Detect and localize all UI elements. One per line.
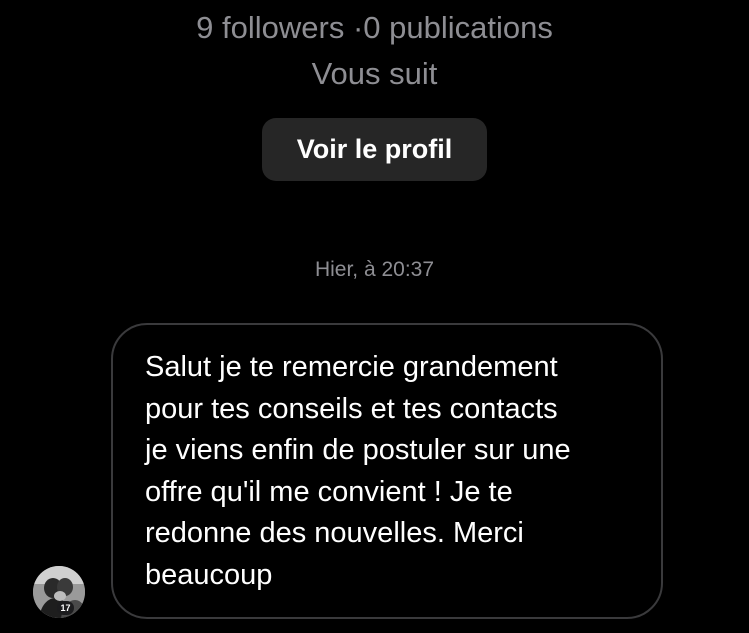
profile-stats: 9 followers ·0 publications — [196, 10, 553, 45]
chat-screen: 9 followers ·0 publications Vous suit Vo… — [0, 0, 749, 633]
message-timestamp: Hier, à 20:37 — [314, 258, 435, 281]
view-profile-button[interactable]: Voir le profil — [262, 118, 487, 181]
follow-status: Vous suit — [311, 56, 438, 91]
avatar-badge: 17 — [57, 601, 74, 615]
message-text: Salut je te remercie grandement pour tes… — [145, 351, 571, 591]
message-bubble[interactable]: Salut je te remercie grandement pour tes… — [111, 323, 663, 619]
